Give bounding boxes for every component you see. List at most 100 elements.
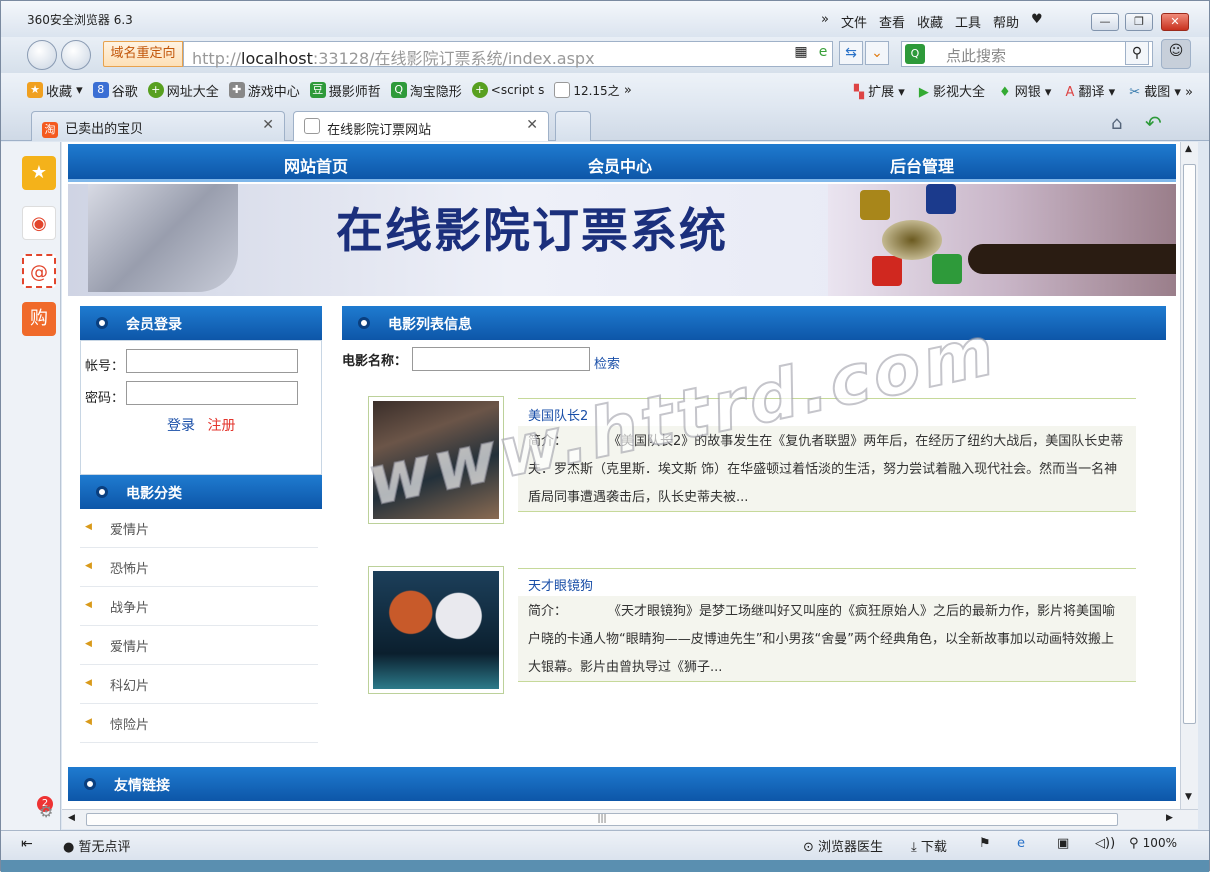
bank-button[interactable]: ♦ 网银 ▾: [999, 81, 1051, 100]
register-link[interactable]: 注册: [207, 418, 235, 434]
movie-title[interactable]: 天才眼镜狗: [518, 568, 1136, 594]
sidebar-toggle-icon[interactable]: ⇤: [21, 836, 33, 852]
bookmark-script[interactable]: + <script s: [471, 82, 544, 98]
tab-sold-items[interactable]: 淘 已卖出的宝贝 ✕: [31, 111, 285, 141]
nav-admin[interactable]: 后台管理: [890, 153, 954, 177]
login-form: 帐号： 密码： 登录 注册: [80, 340, 322, 475]
category-romance[interactable]: ◀ 爱情片: [80, 509, 318, 548]
settings-gear-icon[interactable]: ⚙: [39, 802, 53, 821]
undo-close-icon[interactable]: ↶: [1145, 111, 1162, 135]
scroll-down-icon[interactable]: ▼: [1185, 792, 1192, 802]
minimize-button[interactable]: —: [1091, 13, 1119, 31]
search-engine-icon[interactable]: Q: [905, 44, 925, 64]
dropdown-icon[interactable]: ⌄: [865, 41, 889, 65]
movie-item: 美国队长2 简介： 《美国队长2》的故事发生在《复仇者联盟》两年后，在经历了纽约…: [368, 396, 1138, 536]
menu-bar: » 文件 查看 收藏 工具 帮助 ♥: [821, 12, 1043, 31]
bookmark-url-directory[interactable]: + 网址大全: [147, 81, 219, 100]
password-input[interactable]: [126, 381, 298, 405]
back-button[interactable]: [27, 40, 57, 70]
menu-tools[interactable]: 工具: [955, 12, 981, 31]
category-thriller[interactable]: ◀ 惊险片: [80, 704, 318, 743]
bookmark-google[interactable]: 8 谷歌: [92, 81, 138, 100]
poster-image: [373, 401, 499, 519]
address-row: 域名重定向 http://localhost:33128/在线影院订票系统/in…: [1, 37, 1209, 73]
nav-home[interactable]: 网站首页: [284, 153, 348, 177]
bookmark-photographer[interactable]: 豆摄影师哲: [309, 81, 381, 100]
zoom-control[interactable]: ⚲ 100%: [1129, 836, 1177, 851]
plus-icon: +: [471, 82, 488, 98]
scroll-up-icon[interactable]: ▲: [1185, 144, 1192, 154]
menu-file[interactable]: 文件: [841, 12, 867, 31]
grid-icon: ▚: [853, 85, 864, 100]
movie-poster[interactable]: [368, 566, 504, 694]
menu-view[interactable]: 查看: [879, 12, 905, 31]
close-tab-icon[interactable]: ✕: [526, 117, 538, 133]
translate-button[interactable]: A 翻译 ▾: [1065, 81, 1115, 100]
account-input[interactable]: [126, 349, 298, 373]
bookmark-game-center[interactable]: ✚ 游戏中心: [228, 81, 300, 100]
tab-label: 在线影院订票网站: [327, 123, 432, 138]
search-input[interactable]: 点此搜索: [901, 41, 1153, 67]
home-icon[interactable]: ⌂: [1111, 113, 1122, 134]
login-link[interactable]: 登录: [167, 418, 195, 434]
speech-bubble-icon: [860, 190, 890, 220]
close-button[interactable]: ✕: [1161, 13, 1189, 31]
email-icon[interactable]: @: [22, 254, 56, 288]
nav-member-center[interactable]: 会员中心: [588, 153, 652, 177]
movie-search-input[interactable]: [412, 347, 590, 371]
category-war[interactable]: ◀ 战争片: [80, 587, 318, 626]
weibo-icon[interactable]: ◉: [22, 206, 56, 240]
favorites-star-icon[interactable]: ★: [22, 156, 56, 190]
category-scifi[interactable]: ◀ 科幻片: [80, 665, 318, 704]
movie-poster[interactable]: [368, 396, 504, 524]
speaker-icon: ◀: [85, 678, 92, 688]
category-horror[interactable]: ◀ 恐怖片: [80, 548, 318, 587]
movie-item: 天才眼镜狗 简介： 《天才眼镜狗》是梦工场继叫好又叫座的《疯狂原始人》之后的最新…: [368, 566, 1138, 706]
menu-more-icon[interactable]: »: [821, 12, 829, 31]
address-input[interactable]: http://localhost:33128/在线影院订票系统/index.as…: [183, 41, 833, 68]
browser-doctor-button[interactable]: ⊙ 浏览器医生: [803, 836, 883, 855]
volume-icon[interactable]: ◁)): [1095, 836, 1115, 851]
bookmark-page[interactable]: 12.15之 »: [554, 82, 632, 99]
scroll-right-icon[interactable]: ▶: [1166, 813, 1173, 823]
redirect-badge[interactable]: 域名重定向: [103, 41, 183, 67]
window-icon[interactable]: ▣: [1057, 836, 1069, 851]
category-romance-2[interactable]: ◀ 爱情片: [80, 626, 318, 665]
douban-icon: 豆: [309, 82, 326, 98]
status-bar: ⇤ ● 暂无点评 ⊙ 浏览器医生 ⤓ 下载 ⚑ e ▣ ◁)) ⚲ 100%: [1, 830, 1209, 860]
download-button[interactable]: ⤓ 下载: [911, 836, 947, 855]
shopping-icon[interactable]: 购: [22, 302, 56, 336]
vertical-scrollbar[interactable]: ▲ ▼: [1180, 142, 1198, 809]
horizontal-scroll-thumb[interactable]: |||: [86, 813, 1118, 826]
movie-title[interactable]: 美国队长2: [518, 398, 1136, 424]
search-icon[interactable]: ⚲: [1125, 41, 1149, 65]
skin-icon[interactable]: ♥: [1031, 12, 1043, 31]
vertical-scroll-thumb[interactable]: [1183, 164, 1196, 724]
close-tab-icon[interactable]: ✕: [262, 117, 274, 133]
banner-graphic-right: [828, 184, 1176, 296]
menu-help[interactable]: 帮助: [993, 12, 1019, 31]
review-status[interactable]: ● 暂无点评: [63, 836, 131, 855]
extensions-button[interactable]: ▚ 扩展 ▾: [854, 81, 905, 100]
screenshot-button[interactable]: ✂ 截图 ▾ »: [1129, 81, 1193, 100]
bookmark-favorites[interactable]: ★ 收藏 ▾: [27, 81, 83, 100]
menu-favorites[interactable]: 收藏: [917, 12, 943, 31]
refresh-icon[interactable]: ⇆: [839, 41, 863, 65]
forward-button[interactable]: [61, 40, 91, 70]
avatar[interactable]: ☺: [1161, 39, 1191, 69]
flag-icon[interactable]: ⚑: [979, 836, 991, 851]
restore-button[interactable]: ❐: [1125, 13, 1153, 31]
scroll-left-icon[interactable]: ◀: [68, 813, 75, 823]
bookmark-taobao[interactable]: Q 淘宝隐形: [390, 81, 462, 100]
intro-text: 《美国队长2》的故事发生在《复仇者联盟》两年后，在经历了纽约大战后，美国队长史蒂…: [528, 434, 1124, 505]
qrcode-icon[interactable]: ▦: [789, 41, 813, 65]
ie-icon[interactable]: e: [1017, 836, 1025, 851]
video-button[interactable]: ▶ 影视大全: [919, 81, 985, 100]
new-tab-button[interactable]: [555, 111, 591, 141]
scissors-icon: ✂: [1129, 85, 1141, 100]
search-button[interactable]: 检索: [594, 353, 620, 372]
tab-cinema-site[interactable]: 在线影院订票网站 ✕: [293, 111, 549, 141]
ie-mode-icon[interactable]: e: [811, 41, 835, 65]
horizontal-scrollbar[interactable]: ◀ ||| ▶: [62, 809, 1198, 829]
plus-icon: +: [147, 82, 164, 98]
